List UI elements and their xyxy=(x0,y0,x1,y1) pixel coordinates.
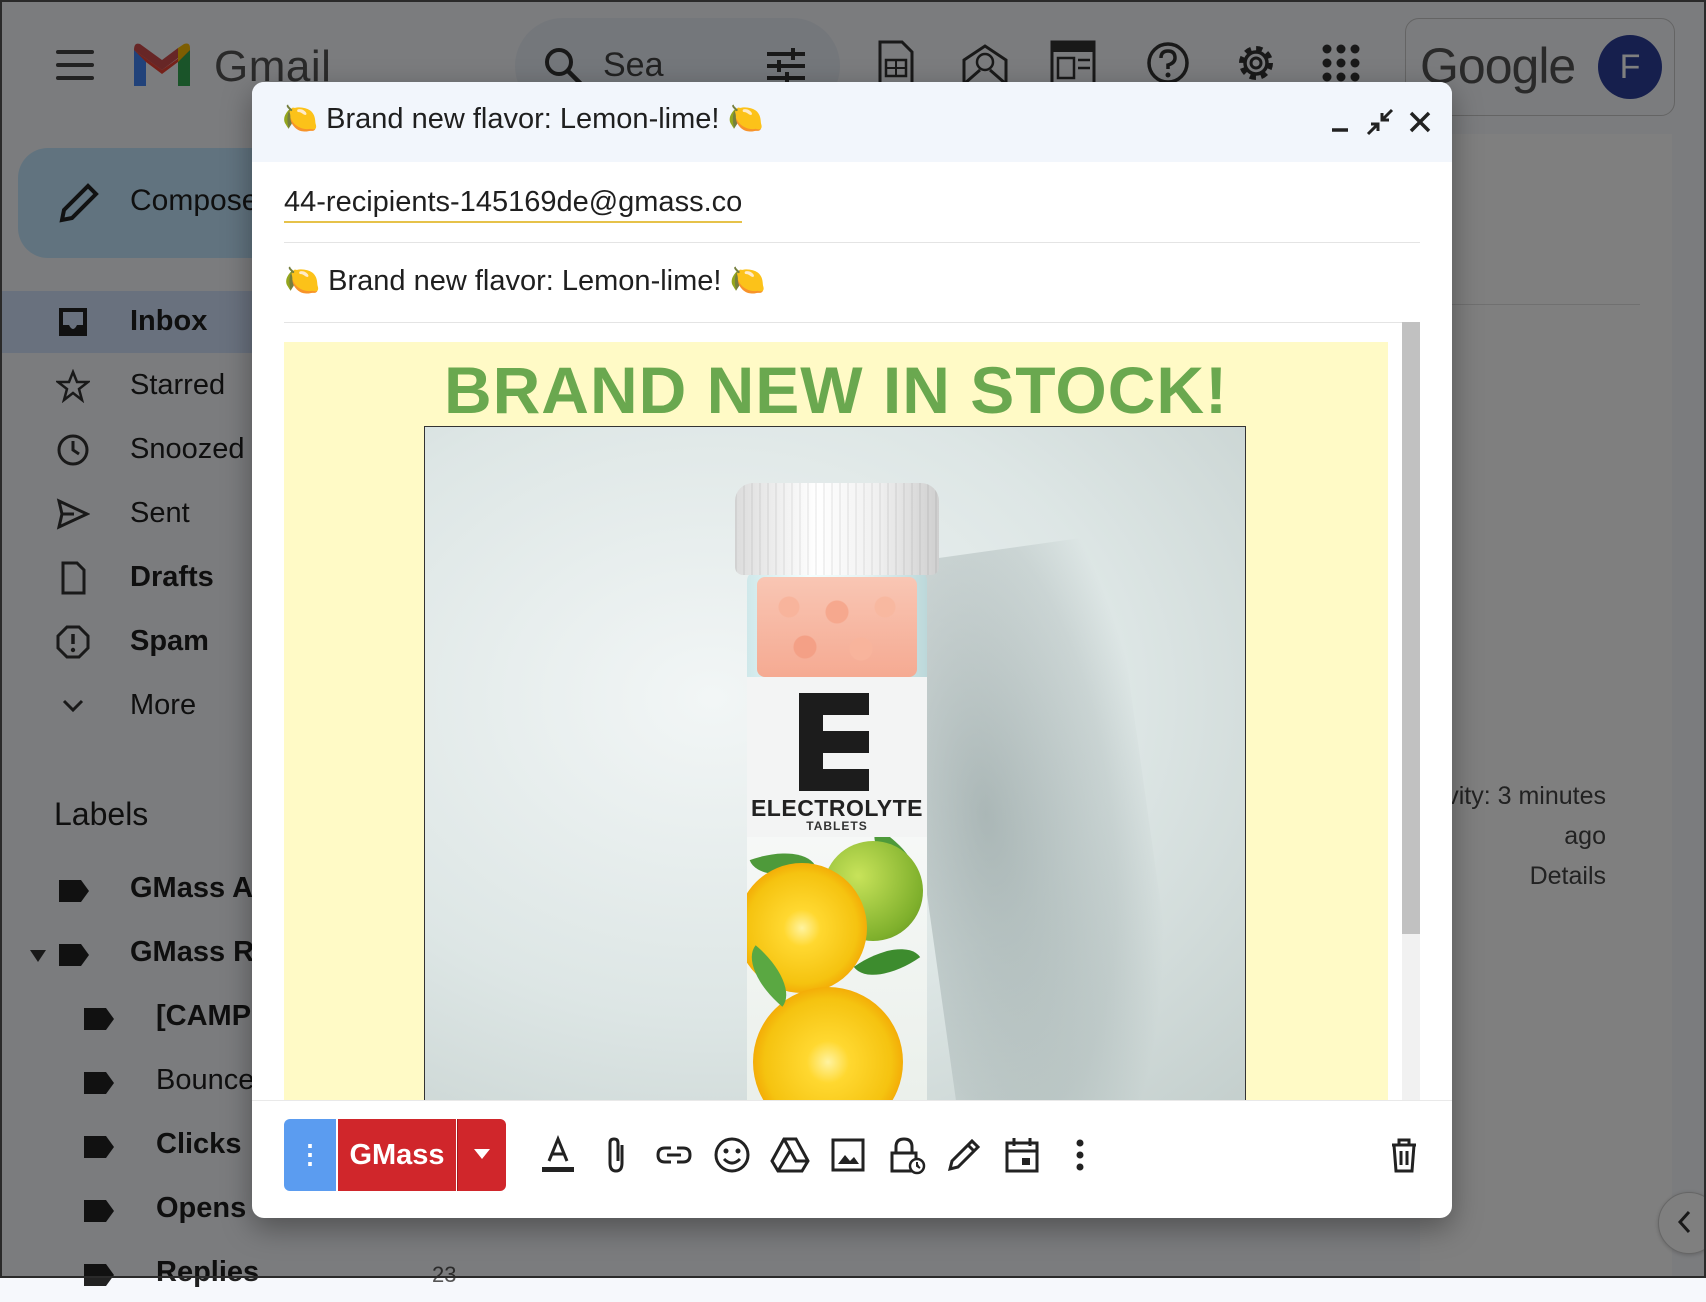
google-drive-icon[interactable] xyxy=(770,1135,810,1175)
caret-down-icon xyxy=(474,1149,490,1159)
schedule-calendar-icon[interactable] xyxy=(1002,1135,1042,1175)
trash-icon[interactable] xyxy=(1384,1135,1424,1175)
recipients-field[interactable]: 44-recipients-145169de@gmass.co xyxy=(284,162,1420,243)
attach-file-icon[interactable] xyxy=(596,1135,636,1175)
insert-photo-icon[interactable] xyxy=(828,1135,868,1175)
signature-pen-icon[interactable] xyxy=(944,1135,984,1175)
product-name: ELECTROLYTE xyxy=(750,795,924,821)
product-image[interactable]: E ELECTROLYTE TABLETS xyxy=(424,426,1246,1100)
minimize-icon[interactable] xyxy=(1326,108,1354,136)
compose-header[interactable]: 🍋 Brand new flavor: Lemon-lime! 🍋 xyxy=(252,82,1452,162)
bottle-cap-ridges xyxy=(735,483,939,575)
fruit-illustration xyxy=(747,837,927,1100)
emoji-icon[interactable] xyxy=(712,1135,752,1175)
confidential-mode-icon[interactable] xyxy=(886,1135,926,1175)
product-subtitle: TABLETS xyxy=(806,819,868,833)
gmass-settings-button[interactable]: ⋮ xyxy=(284,1119,336,1191)
email-heading: BRAND NEW IN STOCK! xyxy=(443,353,1229,427)
compose-toolbar: ⋮ GMass xyxy=(252,1100,1452,1218)
subject-input[interactable]: 🍋 Brand new flavor: Lemon-lime! 🍋 xyxy=(284,264,766,298)
insert-link-icon[interactable] xyxy=(654,1135,694,1175)
recipient-chip[interactable]: 44-recipients-145169de@gmass.co xyxy=(284,186,743,223)
more-dots-label: ⋮ xyxy=(297,1139,323,1169)
more-options-icon[interactable] xyxy=(1060,1135,1100,1175)
subject-field[interactable]: 🍋 Brand new flavor: Lemon-lime! 🍋 xyxy=(284,242,1420,323)
body-scrollbar-thumb[interactable] xyxy=(1402,322,1420,934)
compose-dialog: 🍋 Brand new flavor: Lemon-lime! 🍋 44-rec… xyxy=(252,82,1452,1218)
exit-fullscreen-icon[interactable] xyxy=(1366,108,1394,136)
compose-title: 🍋 Brand new flavor: Lemon-lime! 🍋 xyxy=(282,103,764,135)
close-icon[interactable] xyxy=(1406,108,1434,136)
gmass-options-dropdown[interactable] xyxy=(457,1119,506,1191)
text-formatting-icon[interactable] xyxy=(538,1135,578,1175)
gmass-send-button[interactable]: GMass xyxy=(338,1119,456,1191)
bottle-shadow xyxy=(880,534,1200,1100)
tablets-visual xyxy=(757,577,917,677)
message-body[interactable]: BRAND NEW IN STOCK! E ELECTROLYTE TABLET… xyxy=(284,322,1420,1100)
brand-e-logo: E xyxy=(799,693,869,791)
